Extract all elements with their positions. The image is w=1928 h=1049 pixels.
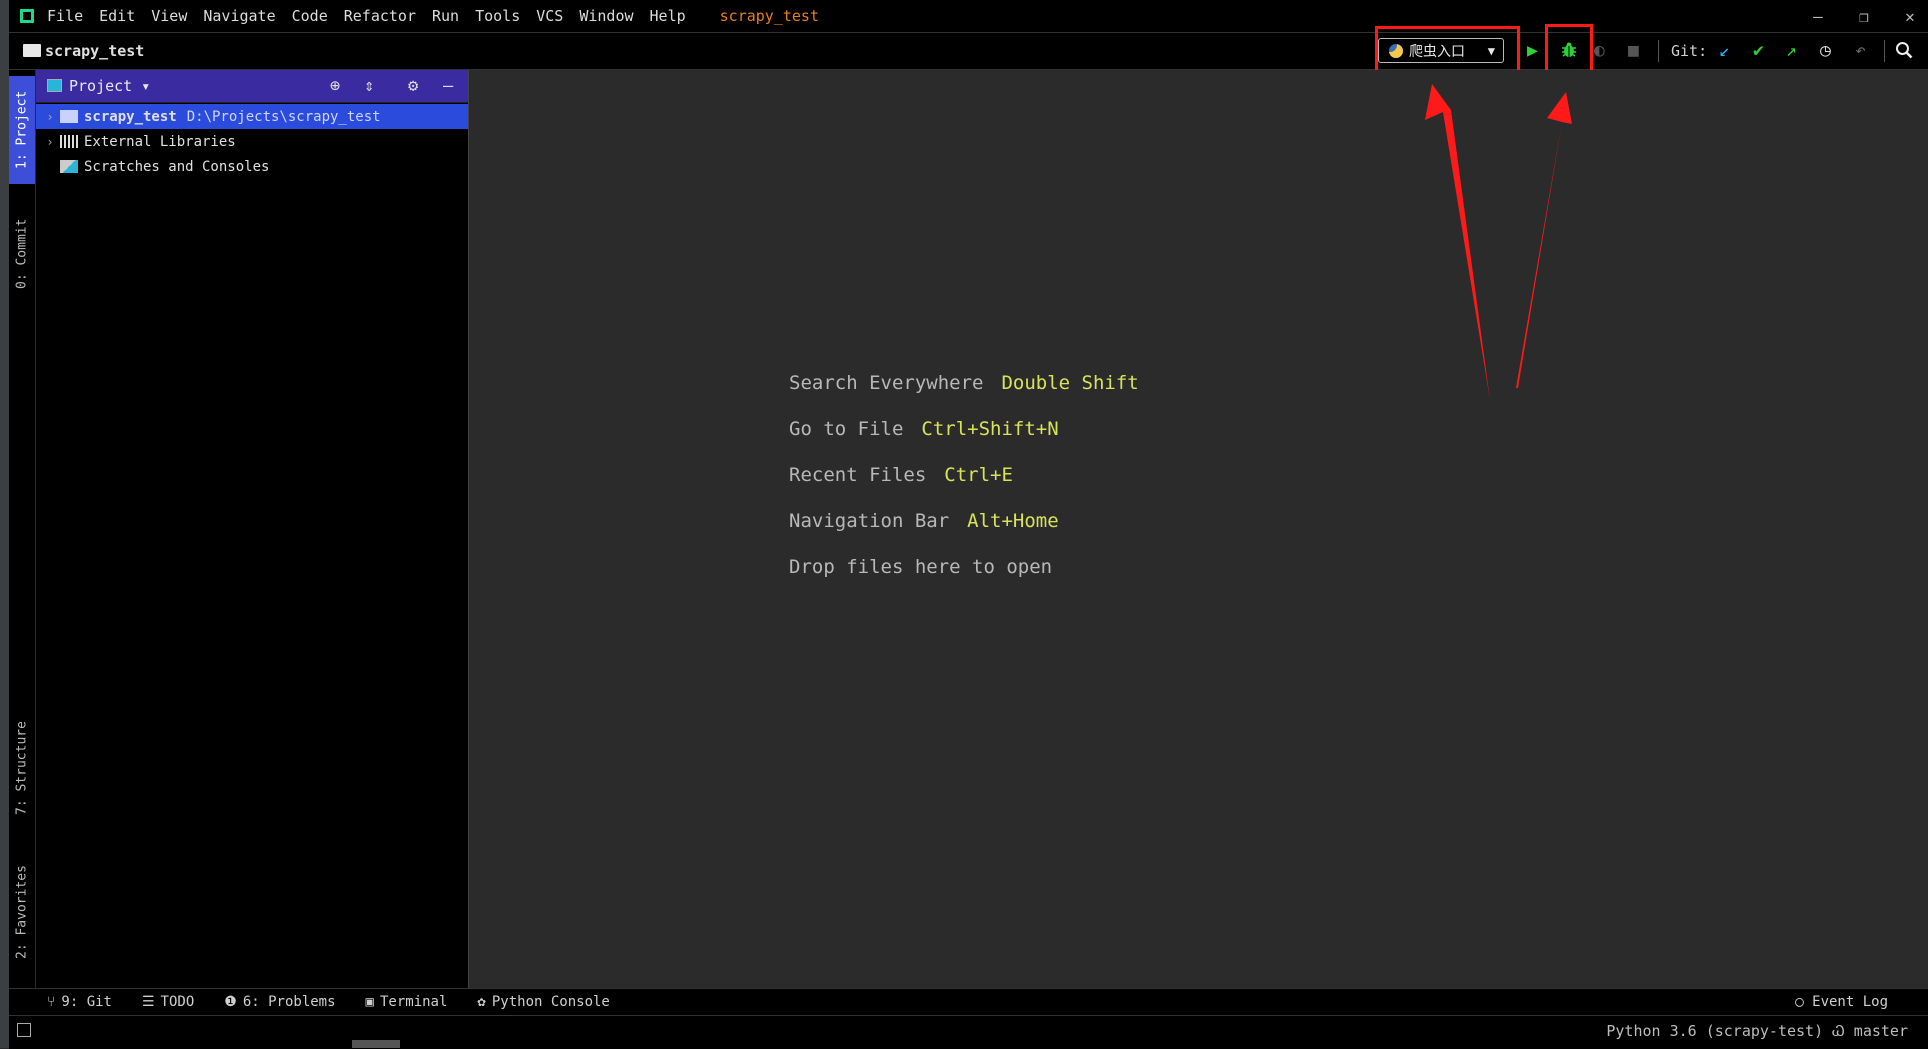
arrow-to-debug [1516, 92, 1572, 388]
todo-icon: ☰ [141, 994, 155, 1010]
tool-python-console[interactable]: ✿ Python Console [477, 994, 609, 1010]
bottom-tool-bar: ⑂ 9: Git ☰ TODO ❶ 6: Problems ▣ Terminal ✿ Py… [9, 988, 1928, 1015]
event-log-icon: ◯ [1795, 994, 1804, 1010]
problems-icon: ❶ [224, 994, 237, 1010]
arrow-to-run-config [1425, 84, 1490, 400]
status-bar: Python 3.6 (scrapy-test) Ꮗ master [9, 1015, 1928, 1049]
tool-event-log[interactable]: ◯ Event Log [1795, 989, 1888, 1015]
scrollbar-thumb[interactable] [352, 1040, 400, 1048]
tool-terminal[interactable]: ▣ Terminal [366, 994, 448, 1010]
toggle-tool-windows-icon[interactable] [17, 1023, 31, 1037]
tool-todo[interactable]: ☰ TODO [142, 994, 194, 1010]
python-console-icon: ✿ [477, 994, 486, 1010]
tool-problems[interactable]: ❶ 6: Problems [224, 994, 335, 1010]
annotation-arrows [1425, 84, 1572, 400]
terminal-icon: ▣ [365, 994, 374, 1010]
git-branch-icon: ⑂ [47, 994, 56, 1010]
tool-git[interactable]: ⑂ 9: Git [47, 994, 112, 1010]
status-interpreter-branch[interactable]: Python 3.6 (scrapy-test) Ꮗ master [1606, 1022, 1908, 1040]
